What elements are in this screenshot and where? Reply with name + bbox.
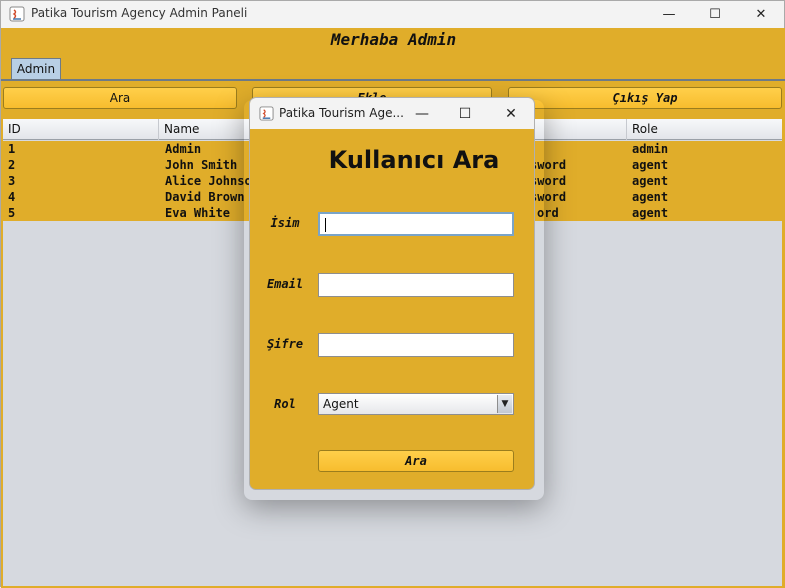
dialog-search-button[interactable]: Ara (318, 450, 514, 472)
cell-id: 1 (8, 142, 16, 156)
cell-name: Admin (165, 142, 202, 156)
dialog-minimize-button[interactable]: — (402, 98, 442, 129)
text-caret (325, 218, 326, 232)
window-titlebar: Patika Tourism Agency Admin Paneli — ☐ ✕ (1, 1, 784, 28)
cell-name: Eva White (165, 206, 231, 220)
cell-role: admin (632, 142, 669, 156)
dialog-heading: Kullanıcı Ara (328, 146, 500, 174)
role-select-value: Agent (323, 397, 359, 411)
cell-id: 2 (8, 158, 16, 172)
column-header-id[interactable]: ID (3, 119, 159, 140)
cell-id: 5 (8, 206, 16, 220)
cell-name: John Smith (165, 158, 238, 172)
dialog-titlebar[interactable]: Patika Tourism Age... — ☐ ✕ (250, 98, 534, 129)
window-title: Patika Tourism Agency Admin Paneli (31, 6, 248, 20)
search-user-dialog: Patika Tourism Age... — ☐ ✕ Kullanıcı Ar… (249, 97, 535, 490)
role-select[interactable]: Agent ▼ (318, 393, 514, 415)
name-label: İsim (270, 216, 300, 230)
cell-role: agent (632, 174, 669, 188)
cell-role: agent (632, 206, 669, 220)
close-button[interactable]: ✕ (738, 1, 784, 28)
java-app-icon (9, 6, 25, 22)
dialog-title: Patika Tourism Age... (279, 106, 404, 120)
chevron-down-icon[interactable]: ▼ (497, 395, 512, 413)
name-input[interactable] (318, 212, 514, 236)
column-header-role[interactable]: Role (627, 119, 782, 140)
role-label: Rol (274, 397, 296, 411)
logout-button[interactable]: Çıkış Yap (508, 87, 782, 109)
email-input[interactable] (318, 273, 514, 297)
tab-admin[interactable]: Admin (11, 58, 61, 80)
maximize-button[interactable]: ☐ (692, 1, 738, 28)
minimize-button[interactable]: — (646, 1, 692, 28)
cell-role: agent (632, 190, 669, 204)
email-label: Email (266, 277, 304, 291)
java-app-icon (259, 106, 274, 121)
cell-role: agent (632, 158, 669, 172)
dialog-maximize-button[interactable]: ☐ (445, 98, 485, 129)
welcome-label: Merhaba Admin (330, 30, 457, 49)
search-button[interactable]: Ara (3, 87, 237, 109)
cell-name: David Brown (165, 190, 245, 204)
cell-id: 3 (8, 174, 16, 188)
dialog-close-button[interactable]: ✕ (491, 98, 531, 129)
cell-id: 4 (8, 190, 16, 204)
password-label: Şifre (266, 337, 304, 351)
password-input[interactable] (318, 333, 514, 357)
